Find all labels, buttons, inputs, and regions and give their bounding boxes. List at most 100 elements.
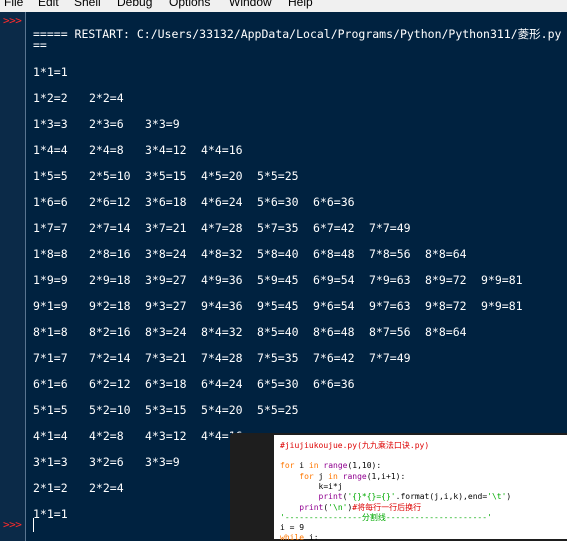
menu-item-file[interactable]: File: [4, 0, 23, 9]
restart-line-tail: ==: [33, 38, 47, 52]
table-cell: 6*1=6: [33, 377, 68, 391]
table-cell: 2*3=6: [89, 117, 124, 131]
code-line: '----------------分割线--------------------…: [280, 512, 492, 522]
table-cell: 8*8=64: [425, 325, 467, 339]
table-cell: 5*7=35: [257, 221, 299, 235]
table-cell: 7*6=42: [313, 351, 355, 365]
table-cell: 1*9=9: [33, 273, 68, 287]
table-cell: 8*3=24: [145, 325, 187, 339]
table-cell: 4*2=8: [89, 429, 124, 443]
table-cell: 5*3=15: [145, 403, 187, 417]
code-line: i = 9: [280, 523, 305, 533]
table-cell: 1*7=7: [33, 221, 68, 235]
table-cell: 3*3=9: [145, 455, 180, 469]
table-cell: 7*2=14: [89, 351, 131, 365]
table-cell: 5*9=45: [257, 273, 299, 287]
table-cell: 4*1=4: [33, 429, 68, 443]
table-cell: 7*7=49: [369, 221, 411, 235]
menu-item-shell[interactable]: Shell: [74, 0, 101, 9]
table-cell: 7*3=21: [145, 351, 187, 365]
table-cell: 2*6=12: [89, 195, 131, 209]
table-cell: 1*2=2: [33, 91, 68, 105]
table-cell: 3*5=15: [145, 169, 187, 183]
table-cell: 4*5=20: [201, 169, 243, 183]
prompt-marker-top: >>>: [3, 14, 22, 27]
code-line: print('{}*{}={}'.format(j,i,k),end='\t'): [318, 492, 512, 502]
table-cell: 5*5=25: [257, 403, 299, 417]
table-cell: 2*8=16: [89, 247, 131, 261]
table-cell: 1*4=4: [33, 143, 68, 157]
menu-bar: File Edit Shell Debug Options Window Help: [0, 0, 567, 12]
table-cell: 2*7=14: [89, 221, 131, 235]
prompt-gutter: >>> >>>: [0, 12, 26, 541]
table-cell: 5*4=20: [201, 403, 243, 417]
code-line: k=i*j: [280, 481, 343, 491]
table-cell: 1*3=3: [33, 117, 68, 131]
table-cell: 3*9=27: [145, 273, 187, 287]
table-cell: 6*7=42: [313, 221, 355, 235]
table-cell: 9*7=63: [369, 299, 411, 313]
table-cell: 2*1=2: [33, 481, 68, 495]
table-cell: 8*1=8: [33, 325, 68, 339]
table-cell: 6*9=54: [313, 273, 355, 287]
table-cell: 9*3=27: [145, 299, 187, 313]
table-cell: 9*4=36: [201, 299, 243, 313]
table-cell: 8*6=48: [313, 325, 355, 339]
table-cell: 7*4=28: [201, 351, 243, 365]
table-cell: 8*8=64: [425, 247, 467, 261]
code-header-comment: #jiujiukoujue.py(九九乘法口诀.py): [280, 441, 430, 450]
menu-item-options[interactable]: Options: [169, 0, 210, 9]
table-cell: 3*6=18: [145, 195, 187, 209]
menu-item-help[interactable]: Help: [288, 0, 313, 9]
table-cell: 3*4=12: [145, 143, 187, 157]
table-cell: 1*6=6: [33, 195, 68, 209]
table-cell: 8*4=32: [201, 325, 243, 339]
table-cell: 5*2=10: [89, 403, 131, 417]
table-cell: 6*4=24: [201, 377, 243, 391]
table-cell: 5*6=30: [257, 195, 299, 209]
table-cell: 4*7=28: [201, 221, 243, 235]
table-cell: 1*5=5: [33, 169, 68, 183]
table-cell: 4*3=12: [145, 429, 187, 443]
table-cell: 8*5=40: [257, 325, 299, 339]
table-cell: 4*6=24: [201, 195, 243, 209]
table-cell: 3*7=21: [145, 221, 187, 235]
code-line: for j in range(1,i+1):: [299, 471, 406, 481]
table-cell: 1*8=8: [33, 247, 68, 261]
table-cell: 3*1=3: [33, 455, 68, 469]
table-cell: 9*8=72: [425, 299, 467, 313]
table-cell: 7*8=56: [369, 247, 411, 261]
table-cell: 6*8=48: [313, 247, 355, 261]
menu-item-debug[interactable]: Debug: [117, 0, 152, 9]
prompt-marker-bottom: >>>: [3, 518, 22, 531]
menu-item-window[interactable]: Window: [229, 0, 272, 9]
table-cell: 4*8=32: [201, 247, 243, 261]
table-cell: 9*6=54: [313, 299, 355, 313]
table-cell: 8*9=72: [425, 273, 467, 287]
table-cell: 5*8=40: [257, 247, 299, 261]
watermark: CSDN @Fj_demo: [464, 517, 553, 529]
table-cell: 9*1=9: [33, 299, 68, 313]
table-cell: 3*8=24: [145, 247, 187, 261]
table-cell: 2*4=8: [89, 143, 124, 157]
table-cell: 6*6=36: [313, 195, 355, 209]
table-cell: 9*5=45: [257, 299, 299, 313]
table-cell: 6*3=18: [145, 377, 187, 391]
table-cell: 9*9=81: [481, 299, 523, 313]
menu-item-edit[interactable]: Edit: [38, 0, 59, 9]
table-cell: 7*9=63: [369, 273, 411, 287]
table-cell: 2*2=4: [89, 481, 124, 495]
code-line: print('\n')#将每行一行后换行: [299, 502, 422, 512]
table-cell: 5*1=5: [33, 403, 68, 417]
table-cell: 3*3=9: [145, 117, 180, 131]
table-cell: 3*2=6: [89, 455, 124, 469]
table-cell: 4*9=36: [201, 273, 243, 287]
table-cell: 2*2=4: [89, 91, 124, 105]
table-cell: 7*7=49: [369, 351, 411, 365]
table-cell: 9*9=81: [481, 273, 523, 287]
code-line: while i:: [280, 533, 319, 541]
table-cell: 8*2=16: [89, 325, 131, 339]
table-cell: 2*5=10: [89, 169, 131, 183]
table-cell: 6*5=30: [257, 377, 299, 391]
table-cell: 4*4=16: [201, 143, 243, 157]
